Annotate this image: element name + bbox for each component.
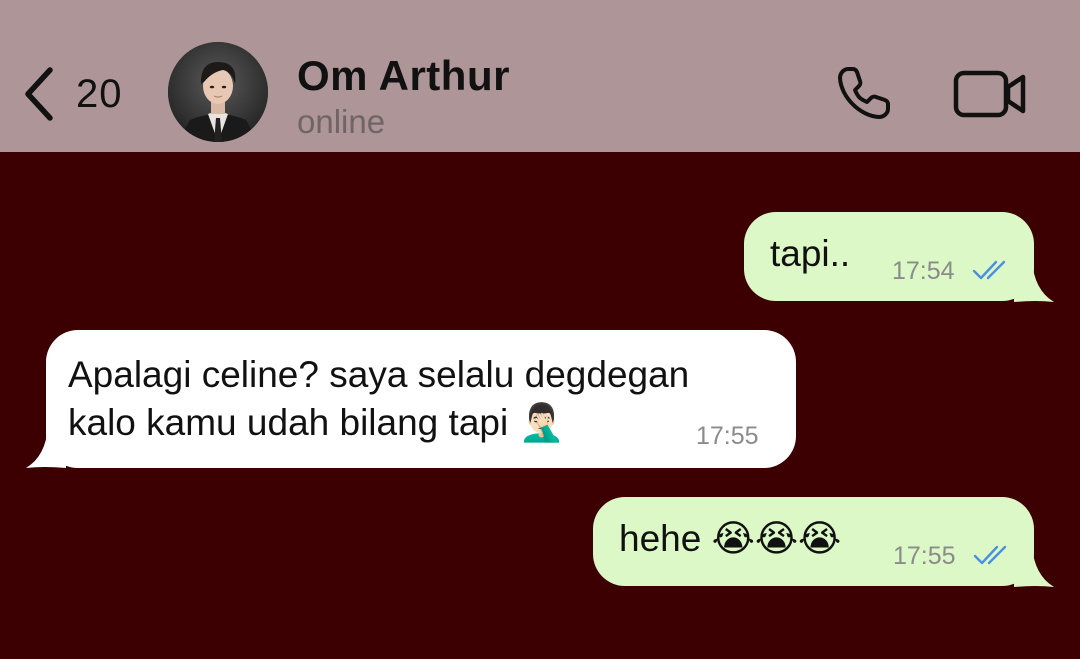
bubble-tail [1014, 545, 1054, 587]
contact-name[interactable]: Om Arthur [297, 52, 510, 100]
chat-area[interactable]: tapi.. 17:54 Apalagi celine? saya selalu… [0, 152, 1080, 659]
message-text: hehe 😭😭😭 [619, 518, 842, 559]
message-text: Apalagi celine? saya selalu degdegan kal… [68, 351, 689, 447]
message-incoming[interactable]: Apalagi celine? saya selalu degdegan kal… [26, 330, 796, 468]
video-call-button[interactable] [948, 62, 1032, 126]
message-line: kalo kamu udah bilang tapi 🤦🏻‍♂️ [68, 402, 565, 443]
avatar[interactable] [168, 42, 268, 142]
voice-call-button[interactable] [828, 60, 900, 126]
chevron-left-icon [25, 67, 53, 121]
message-line: Apalagi celine? saya selalu degdegan [68, 354, 690, 395]
message-time: 17:55 [893, 542, 956, 570]
message-time: 17:55 [696, 422, 759, 450]
read-receipt-icon [972, 260, 1006, 280]
phone-icon [838, 67, 890, 119]
avatar-image [168, 42, 268, 142]
message-outgoing[interactable]: tapi.. 17:54 [744, 212, 1054, 302]
bubble-tail [26, 426, 66, 468]
chat-header: 20 Om Arthur online [0, 0, 1080, 152]
message-text: tapi.. [770, 233, 851, 274]
message-outgoing[interactable]: hehe 😭😭😭 17:55 [593, 497, 1054, 587]
video-camera-icon [953, 70, 1026, 118]
bubble-tail [1014, 260, 1054, 302]
contact-status: online [297, 103, 386, 140]
unread-count: 20 [76, 71, 123, 116]
message-time: 17:54 [892, 257, 955, 285]
read-receipt-icon [973, 545, 1007, 565]
back-button[interactable]: 20 [22, 62, 152, 126]
